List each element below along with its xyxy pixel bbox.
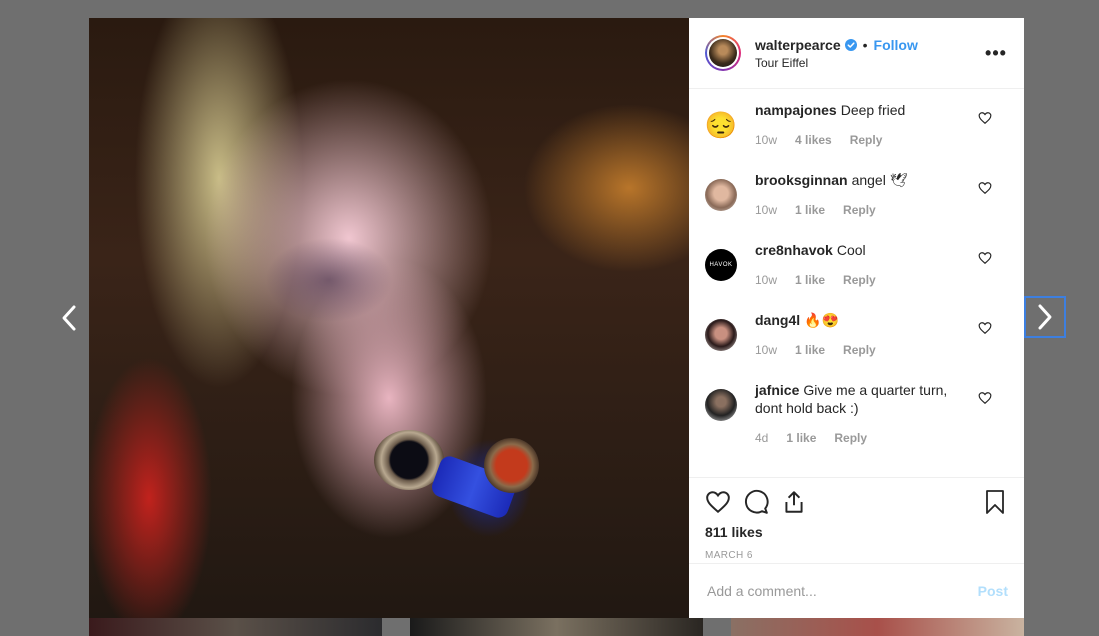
comment-time: 10w <box>755 203 778 217</box>
comment-time: 4d <box>755 431 769 445</box>
comment-likes[interactable]: 4 likes <box>795 131 832 149</box>
comment-text: Cool <box>836 242 866 258</box>
heart-icon[interactable] <box>978 111 992 125</box>
comment-likes[interactable]: 1 like <box>786 429 816 447</box>
post-modal: walterpearce • Follow Tour Eiffel ••• 😔 … <box>89 18 1024 618</box>
comment-item: HAVOK cre8nhavok Cool 10w 1 like Reply <box>705 241 1008 311</box>
comment-composer: Post <box>689 563 1024 618</box>
post-actions: 811 likes MARCH 6 <box>689 477 1024 563</box>
comment-item: jafnice Give me a quarter turn, dont hold… <box>705 381 1008 459</box>
commenter-avatar[interactable] <box>705 389 737 421</box>
heart-icon[interactable] <box>978 321 992 335</box>
heart-icon[interactable] <box>978 181 992 195</box>
commenter-avatar[interactable]: HAVOK <box>705 249 737 281</box>
heart-icon[interactable] <box>978 251 992 265</box>
post-location[interactable]: Tour Eiffel <box>755 56 984 70</box>
separator-dot: • <box>862 36 868 53</box>
heart-icon[interactable] <box>978 391 992 405</box>
comment-time: 10w <box>755 273 778 287</box>
comment-time: 10w <box>755 343 778 357</box>
share-icon[interactable] <box>781 489 807 515</box>
commenter-username[interactable]: brooksginnan <box>755 172 848 188</box>
comment-item: brooksginnan angel 🕊 10w 1 like Reply <box>705 171 1008 241</box>
post-photo[interactable] <box>89 18 689 618</box>
bookmark-icon[interactable] <box>982 489 1008 515</box>
reply-button[interactable]: Reply <box>850 131 883 149</box>
post-comment-button[interactable]: Post <box>978 583 1008 599</box>
chevron-left-icon <box>62 305 76 331</box>
comment-text: angel 🕊 <box>851 172 908 188</box>
background-thumbnail <box>731 618 1024 636</box>
comment-text: 🔥😍 <box>804 312 839 328</box>
author-avatar[interactable] <box>705 35 741 71</box>
likes-count[interactable]: 811 likes <box>705 524 1008 540</box>
comment-likes[interactable]: 1 like <box>795 341 825 359</box>
add-comment-input[interactable] <box>705 582 978 600</box>
post-header: walterpearce • Follow Tour Eiffel ••• <box>689 18 1024 89</box>
commenter-avatar[interactable]: 😔 <box>705 109 737 141</box>
comment-item: 😔 nampajones Deep fried 10w 4 likes Reply <box>705 101 1008 171</box>
comment-likes[interactable]: 1 like <box>795 271 825 289</box>
commenter-username[interactable]: cre8nhavok <box>755 242 833 258</box>
commenter-username[interactable]: dang4l <box>755 312 800 328</box>
author-username[interactable]: walterpearce <box>755 37 841 53</box>
reply-button[interactable]: Reply <box>834 429 867 447</box>
reply-button[interactable]: Reply <box>843 271 876 289</box>
background-thumbnail <box>410 618 703 636</box>
commenter-avatar[interactable] <box>705 179 737 211</box>
comment-item: dang4l 🔥😍 10w 1 like Reply <box>705 311 1008 381</box>
more-options-icon[interactable]: ••• <box>984 43 1008 64</box>
reply-button[interactable]: Reply <box>843 341 876 359</box>
comment-icon[interactable] <box>743 489 769 515</box>
background-thumbnail <box>89 618 382 636</box>
comment-text: Deep fried <box>840 102 906 118</box>
post-sidebar: walterpearce • Follow Tour Eiffel ••• 😔 … <box>689 18 1024 618</box>
commenter-username[interactable]: jafnice <box>755 382 799 398</box>
reply-button[interactable]: Reply <box>843 201 876 219</box>
comment-list: 😔 nampajones Deep fried 10w 4 likes Reply… <box>689 89 1024 477</box>
follow-button[interactable]: Follow <box>874 37 918 53</box>
post-date: MARCH 6 <box>705 550 753 561</box>
ring-decoration <box>484 438 539 493</box>
next-post-button[interactable] <box>1024 296 1066 338</box>
commenter-avatar[interactable] <box>705 319 737 351</box>
comment-likes[interactable]: 1 like <box>795 201 825 219</box>
previous-post-button[interactable] <box>48 297 90 339</box>
like-heart-icon[interactable] <box>705 489 731 515</box>
chevron-right-icon <box>1038 304 1052 330</box>
verified-badge-icon <box>844 38 857 51</box>
comment-time: 10w <box>755 133 778 147</box>
commenter-username[interactable]: nampajones <box>755 102 837 118</box>
